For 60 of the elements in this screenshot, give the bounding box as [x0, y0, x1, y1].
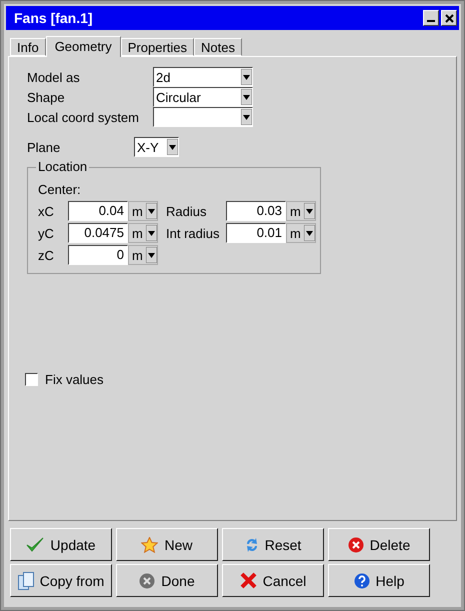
close-icon	[444, 14, 454, 22]
section-label: Center:	[38, 182, 81, 197]
field-label: Radius	[166, 204, 208, 218]
field-label: Shape	[27, 90, 66, 104]
reset-button[interactable]: Reset	[222, 528, 324, 561]
minimize-button[interactable]	[423, 10, 439, 26]
help-button[interactable]: Help	[328, 564, 430, 597]
dropdown-arrow-icon	[167, 139, 178, 155]
unit-dropdown[interactable]: m	[128, 245, 158, 265]
star-icon	[141, 536, 158, 552]
dropdown-arrow-icon	[304, 225, 315, 241]
copy-icon	[18, 572, 34, 590]
new-button[interactable]: New	[116, 528, 218, 561]
cancel-button[interactable]: Cancel	[222, 564, 324, 597]
unit-dropdown[interactable]: m	[286, 201, 316, 221]
field-label: Plane	[27, 140, 62, 154]
dropdown-arrow-icon	[146, 203, 157, 219]
tab[interactable]: Notes	[194, 38, 242, 56]
tab[interactable]: Properties	[120, 38, 194, 56]
checkbox-label: Fix values	[45, 372, 104, 387]
dropdown-arrow-icon	[241, 69, 252, 85]
dropdown-arrow-icon	[241, 89, 252, 105]
dropdown-arrow-icon	[241, 109, 252, 125]
field-label: yC	[38, 226, 55, 240]
tab[interactable]: Info	[10, 38, 46, 56]
unit-dropdown[interactable]: m	[286, 223, 316, 243]
checkmark-icon	[26, 536, 44, 552]
dropdown[interactable]	[153, 107, 253, 127]
unit-dropdown[interactable]: m	[128, 201, 158, 221]
group-title: Location	[36, 159, 90, 174]
number-field[interactable]: 0.01	[226, 223, 286, 243]
field-label: zC	[38, 248, 55, 262]
number-field[interactable]: 0	[68, 245, 128, 265]
field-label: xC	[38, 204, 55, 218]
help-icon	[354, 572, 370, 588]
copy-from-button[interactable]: Copy from	[10, 564, 112, 597]
window-title: Fans [fan.1]	[14, 10, 93, 26]
field-label: Int radius	[166, 226, 220, 240]
dropdown[interactable]: Circular	[153, 87, 253, 107]
cancel-icon	[240, 572, 257, 589]
number-field[interactable]: 0.0475	[68, 223, 128, 243]
dropdown[interactable]: X-Y	[134, 137, 179, 157]
dropdown-arrow-icon	[146, 247, 157, 263]
number-field[interactable]: 0.04	[68, 201, 128, 221]
refresh-icon	[244, 536, 259, 554]
done-button[interactable]: Done	[116, 564, 218, 597]
done-icon	[139, 572, 156, 588]
dropdown[interactable]: 2d	[153, 67, 253, 87]
close-button[interactable]	[441, 10, 457, 26]
delete-icon	[348, 536, 364, 552]
dropdown-arrow-icon	[304, 203, 315, 219]
delete-button[interactable]: Delete	[328, 528, 430, 561]
field-label: Model as	[27, 70, 81, 84]
field-label: Local coord system	[27, 110, 140, 124]
tab[interactable]: Geometry	[46, 36, 121, 57]
number-field[interactable]: 0.03	[226, 201, 286, 221]
update-button[interactable]: Update	[10, 528, 112, 561]
unit-dropdown[interactable]: m	[128, 223, 158, 243]
checkbox[interactable]	[25, 373, 38, 386]
dropdown-arrow-icon	[146, 225, 157, 241]
